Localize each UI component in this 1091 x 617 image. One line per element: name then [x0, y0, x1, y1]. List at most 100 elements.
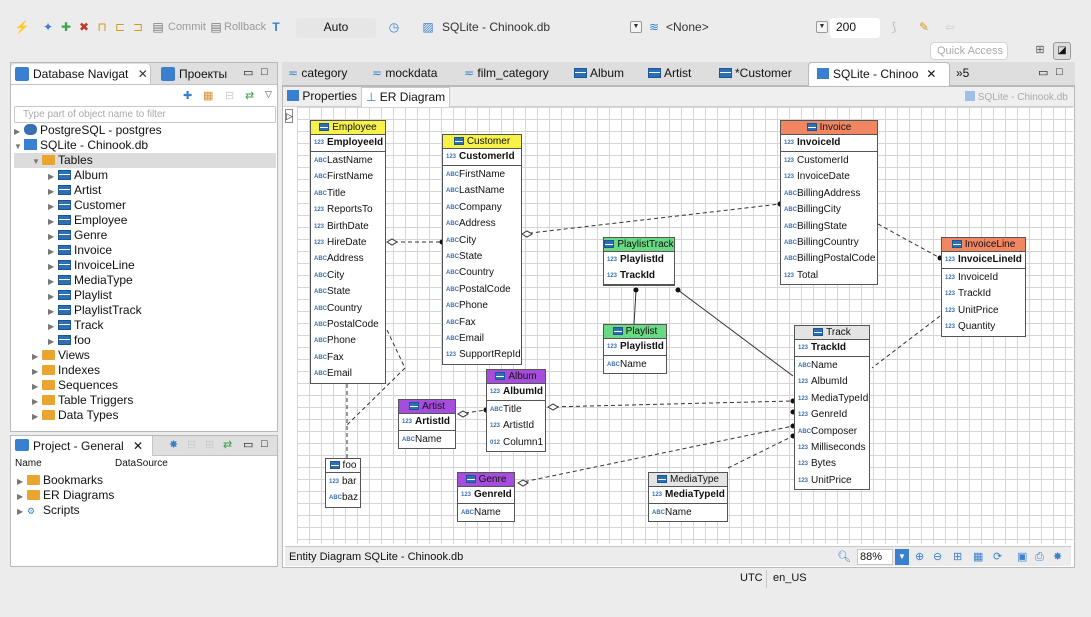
dbeaver-perspective-icon[interactable]: ◪	[1053, 42, 1071, 60]
entity-header[interactable]: Album	[487, 370, 545, 384]
close-icon[interactable]: ✕	[138, 67, 148, 81]
search-icon[interactable]: 🔍︎	[837, 547, 851, 567]
column-row[interactable]: ABCCity	[314, 268, 385, 284]
column-row[interactable]: 123 InvoiceDate	[784, 169, 877, 185]
zoom-field[interactable]: 88%	[857, 549, 893, 565]
column-row[interactable]: 123 Total	[784, 268, 877, 284]
minimize-icon[interactable]: ▭	[243, 438, 253, 451]
new-connection-icon[interactable]: ✚	[183, 89, 192, 102]
back-icon[interactable]: ⇦	[942, 19, 958, 35]
column-row[interactable]: 123 AlbumId	[798, 374, 869, 390]
tree-item-table[interactable]: ▶ Track	[48, 318, 104, 333]
column-row[interactable]: 123 TrackId	[945, 286, 1025, 302]
quick-access-field[interactable]: Quick Access	[930, 42, 1008, 60]
entity-mediatype[interactable]: MediaType 123 MediaTypeId ABCName	[648, 472, 728, 523]
column-row[interactable]: ABCBillingAddress	[784, 186, 877, 202]
column-row[interactable]: 123 UnitPrice	[798, 473, 869, 489]
print-icon[interactable]: ⎙	[1035, 547, 1044, 567]
format-icon[interactable]: ⟆	[886, 19, 902, 35]
tree-item-table[interactable]: ▶ InvoiceLine	[48, 258, 135, 273]
collapse-all-icon[interactable]: ⊟	[225, 89, 234, 102]
entity-header[interactable]: InvoiceLine	[942, 238, 1025, 252]
tab-sqlite-chinook[interactable]: SQLite - Chinoo ✕	[808, 62, 950, 86]
column-row[interactable]: ABCBillingState	[784, 219, 877, 235]
entity-playlist[interactable]: Playlist 123 PlaylistId ABCName	[603, 324, 667, 375]
tree-item-tables[interactable]: ▼ Tables	[14, 153, 276, 168]
column-row[interactable]: ABCName	[461, 505, 514, 521]
primary-key-column[interactable]: 123 GenreId	[461, 487, 514, 503]
entity-header[interactable]: Playlist	[604, 325, 666, 339]
column-row[interactable]: 123 ArtistId	[490, 418, 545, 434]
column-row[interactable]: ABCFax	[446, 315, 521, 331]
tab-film-category[interactable]: ≂ film_category	[464, 62, 549, 84]
primary-key-column[interactable]: 123 InvoiceLineId	[945, 252, 1025, 268]
navigator-filter-input[interactable]: Type part of object name to filter	[14, 106, 276, 123]
invalidate-icon[interactable]: ✚	[58, 19, 74, 35]
tree-item-table[interactable]: ▶ foo	[48, 333, 91, 348]
column-row[interactable]: ABCCountry	[314, 301, 385, 317]
entity-album[interactable]: Album 123 AlbumId ABCTitle 123 ArtistId 012 Col…	[486, 369, 546, 453]
entity-header[interactable]: Employee	[311, 121, 385, 135]
tab-project-general[interactable]: Project - General ✕	[11, 436, 153, 456]
transaction-icon[interactable]: ⊓	[94, 19, 110, 35]
entity-genre[interactable]: Genre 123 GenreId ABCName	[457, 472, 515, 523]
chevron-down-icon[interactable]: ▼	[895, 549, 909, 565]
column-row[interactable]: ABCName	[607, 357, 666, 373]
chevron-down-icon[interactable]: ▼	[816, 21, 828, 33]
tree-item-table[interactable]: ▶ Customer	[48, 198, 126, 213]
tree-item-table[interactable]: ▶ Genre	[48, 228, 107, 243]
tree-item-postgres[interactable]: ▶ PostgreSQL - postgres	[14, 123, 162, 138]
column-row[interactable]: ABCPhone	[446, 298, 521, 314]
column-row[interactable]: ABCAddress	[314, 251, 385, 267]
column-name-header[interactable]: Name	[15, 458, 42, 469]
refresh-icon[interactable]: ⟳	[993, 547, 1002, 567]
commit-button[interactable]: Commit	[168, 21, 206, 33]
chevron-down-icon[interactable]: ▼	[630, 21, 642, 33]
tree-item-scripts[interactable]: ▶ ⚙ Scripts	[17, 503, 114, 518]
tab-projects[interactable]: Проекты	[157, 64, 247, 84]
entity-artist[interactable]: Artist 123 ArtistId ABCName	[398, 399, 456, 450]
column-row[interactable]: 123 UnitPrice	[945, 303, 1025, 319]
tree-item-er-diagrams[interactable]: ▶ ER Diagrams	[17, 488, 114, 503]
primary-key-column[interactable]: 123 InvoiceId	[784, 135, 877, 151]
link-editor-icon[interactable]: ⇄	[223, 438, 232, 451]
column-row[interactable]: ABCState	[446, 249, 521, 265]
column-row[interactable]: ABCCity	[446, 233, 521, 249]
entity-header[interactable]: foo	[326, 459, 360, 473]
tree-item-table[interactable]: ▶ MediaType	[48, 273, 133, 288]
settings-icon[interactable]: ✸	[169, 438, 178, 451]
tab-artist[interactable]: Artist	[648, 62, 691, 84]
tab-album[interactable]: Album	[574, 62, 624, 84]
column-row[interactable]: ABCTitle	[490, 402, 545, 418]
entity-customer[interactable]: Customer 123 CustomerId ABCFirstName ABCLast…	[442, 134, 522, 365]
tree-item-bookmarks[interactable]: ▶ Bookmarks	[17, 473, 114, 488]
transaction-log-icon[interactable]: ⊏	[112, 19, 128, 35]
column-row[interactable]: 123 BirthDate	[314, 219, 385, 235]
column-row[interactable]: ABCBillingCountry	[784, 235, 877, 251]
tree-item-triggers[interactable]: ▶ Table Triggers	[32, 393, 133, 408]
column-row[interactable]: 123 MediaTypeId	[798, 391, 869, 407]
column-row[interactable]: 123 SupportRepId	[446, 347, 521, 363]
column-row[interactable]: ABCLastName	[446, 183, 521, 199]
history-icon[interactable]: ◷	[386, 19, 402, 35]
tab-er-diagram[interactable]: ⊥ ER Diagram	[361, 87, 451, 107]
column-row[interactable]: 123 Quantity	[945, 319, 1025, 335]
zoom-in-icon[interactable]: ⊕	[915, 547, 924, 567]
column-row[interactable]: ABCName	[652, 505, 727, 521]
entity-foo[interactable]: foo 123 bar ABCbaz	[325, 458, 361, 508]
column-datasource-header[interactable]: DataSource	[115, 458, 168, 469]
column-row[interactable]: ABCEmail	[314, 366, 385, 382]
column-row[interactable]: 123 CustomerId	[784, 153, 877, 169]
entity-header[interactable]: PlaylistTrack	[604, 238, 674, 252]
layout-icon[interactable]: ⊞	[953, 547, 962, 567]
primary-key-column[interactable]: 123 MediaTypeId	[652, 487, 727, 503]
column-row[interactable]: ABCbaz	[329, 490, 360, 506]
column-row[interactable]: ABCEmail	[446, 331, 521, 347]
maximize-icon[interactable]: □	[261, 66, 268, 78]
rollback-icon[interactable]: ▤	[208, 19, 224, 35]
settings-icon[interactable]: ✸	[1053, 547, 1062, 567]
tree-item-table[interactable]: ▶ PlaylistTrack	[48, 303, 142, 318]
column-row[interactable]: ABCAddress	[446, 216, 521, 232]
tree-item-table[interactable]: ▶ Playlist	[48, 288, 112, 303]
link-editor-icon[interactable]: ⇄	[245, 89, 254, 102]
